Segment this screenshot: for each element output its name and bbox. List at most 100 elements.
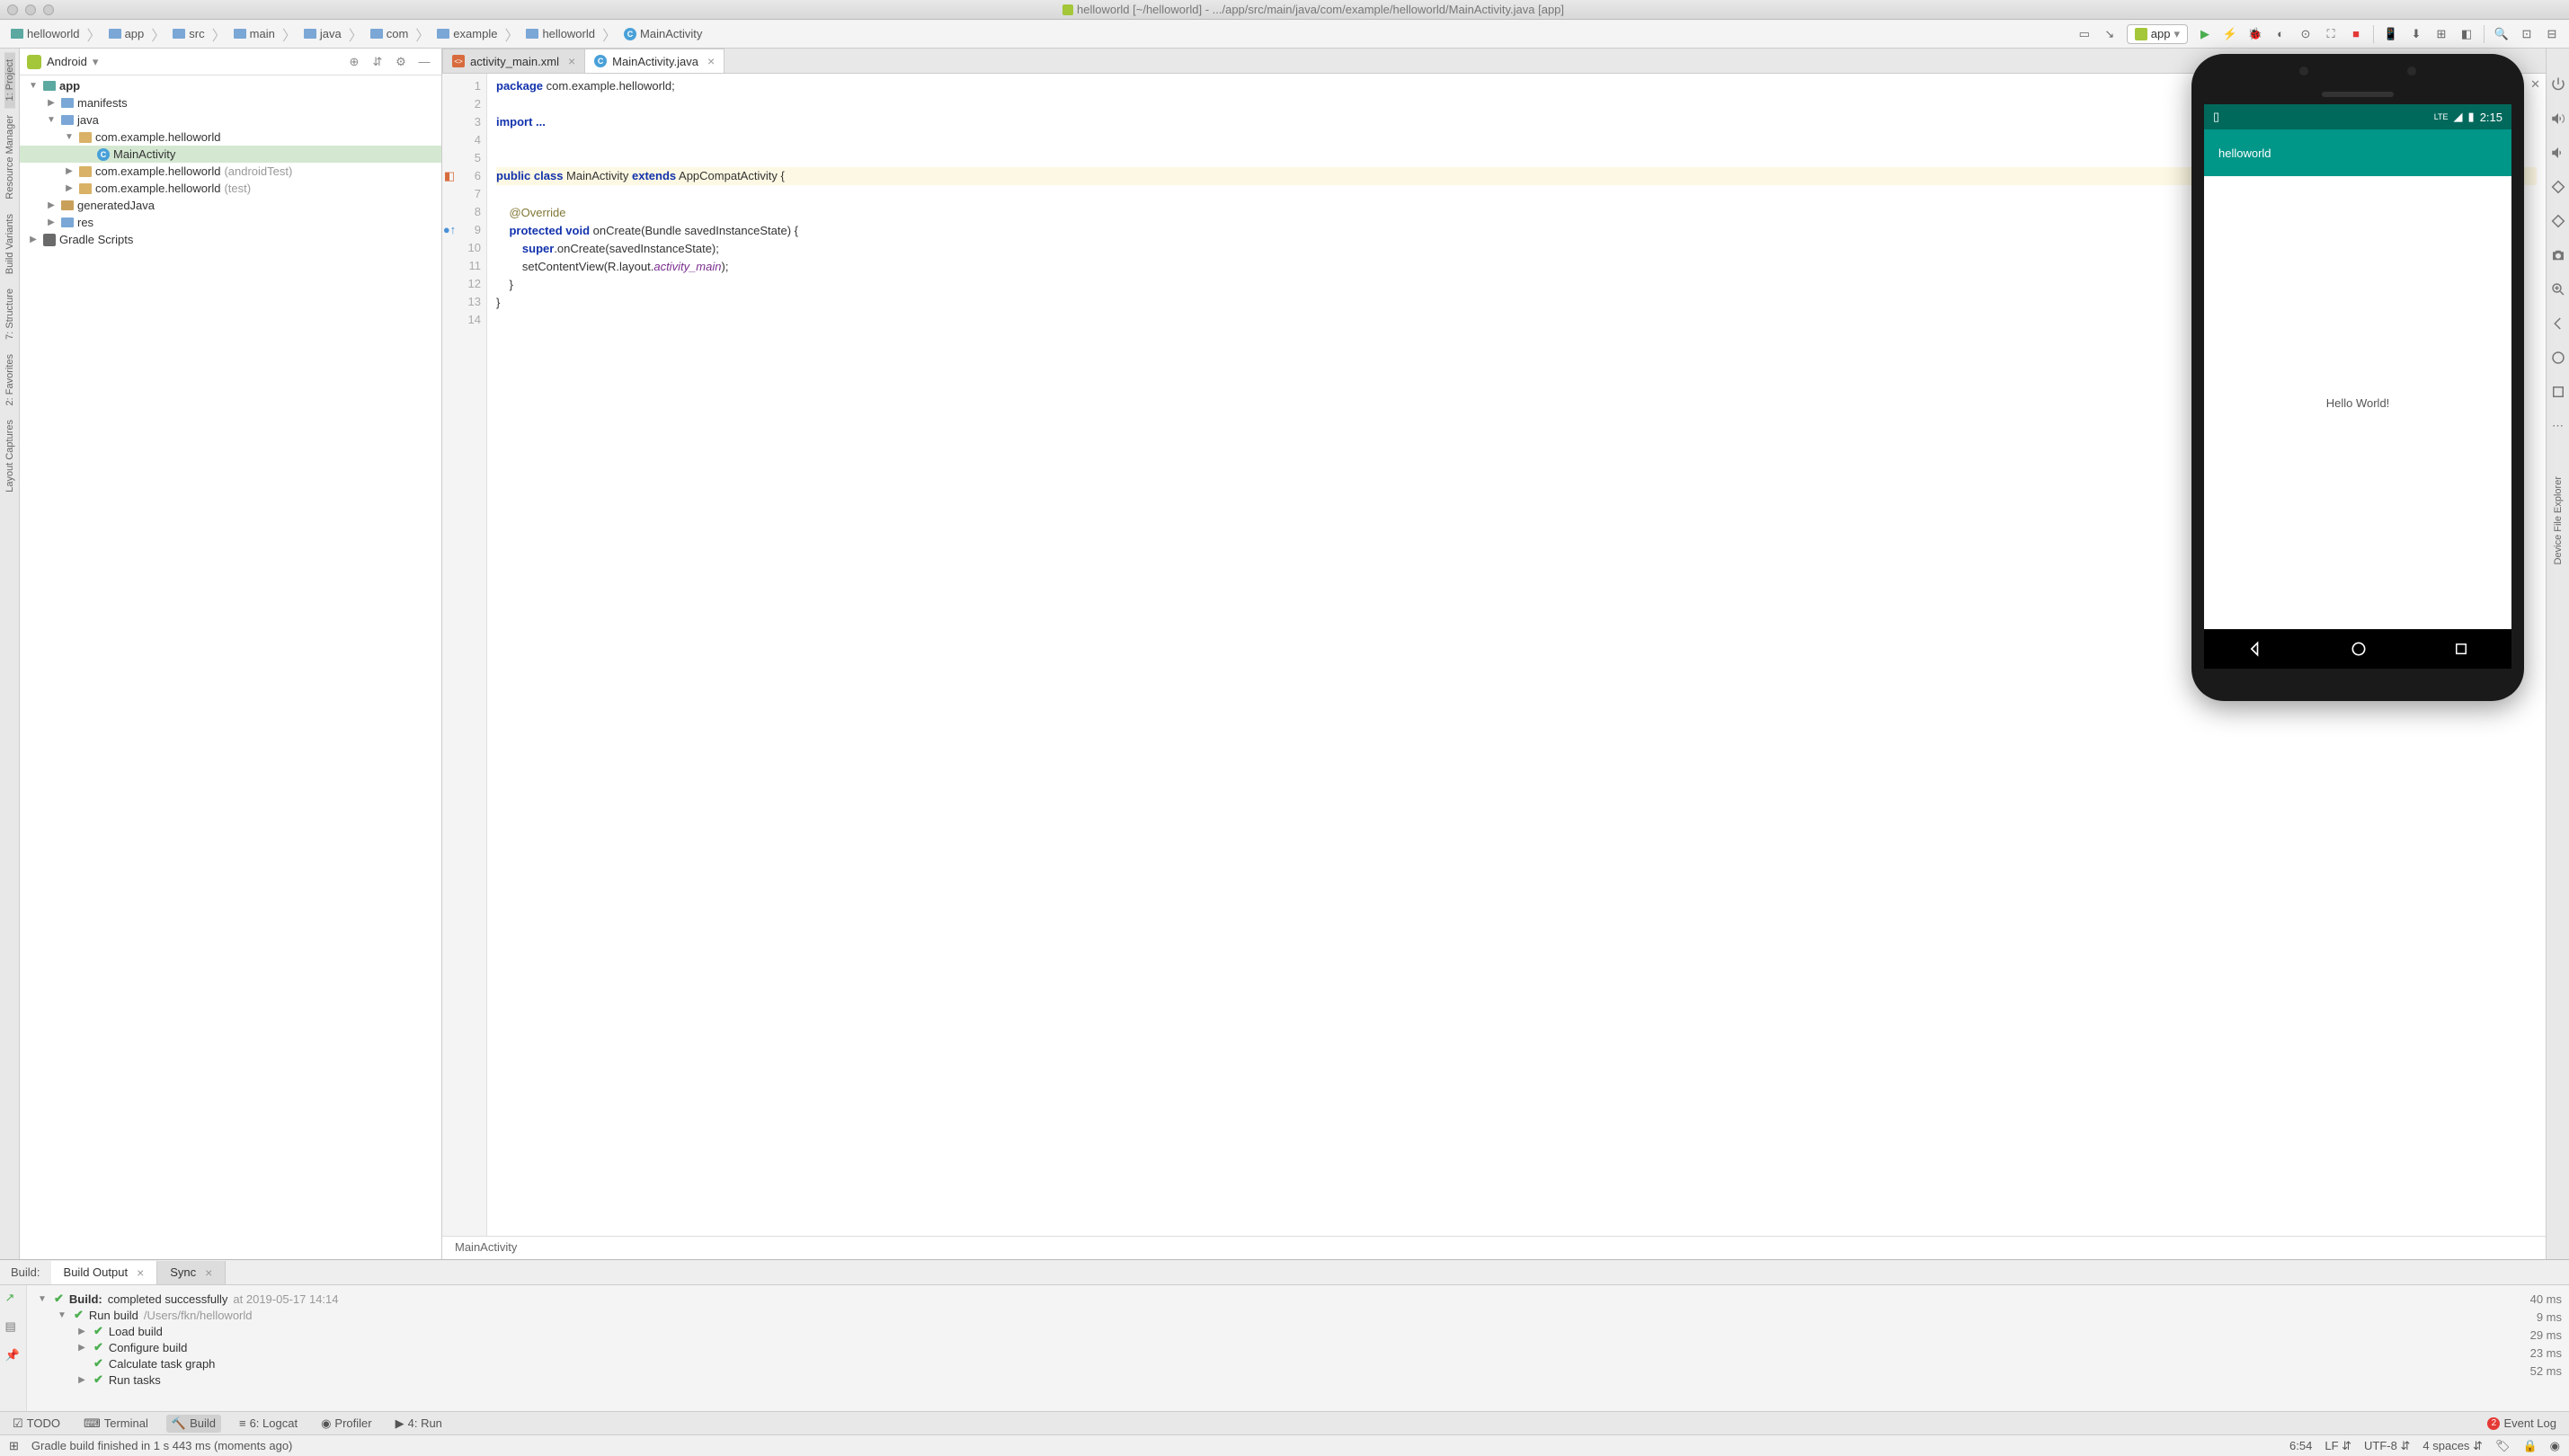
close-icon[interactable]: × bbox=[568, 54, 575, 68]
tree-twisty[interactable]: ▼ bbox=[27, 81, 40, 91]
help-icon[interactable]: ⊟ bbox=[2540, 22, 2564, 46]
build-tab[interactable]: Build Output× bbox=[51, 1261, 158, 1284]
breadcrumb-item[interactable]: com bbox=[365, 25, 414, 42]
more-icon[interactable]: ⋯ bbox=[2549, 417, 2567, 435]
volume-up-icon[interactable] bbox=[2549, 110, 2567, 128]
toolwindow-button[interactable]: Resource Manager bbox=[4, 108, 15, 207]
tree-twisty[interactable]: ▶ bbox=[45, 98, 58, 108]
editor-tab[interactable]: <>activity_main.xml× bbox=[442, 49, 585, 73]
volume-down-icon[interactable] bbox=[2549, 144, 2567, 162]
tree-row[interactable]: ▶res bbox=[20, 214, 441, 231]
build-row[interactable]: ✔Calculate task graph bbox=[36, 1355, 2506, 1372]
breadcrumb-item[interactable]: helloworld bbox=[5, 25, 85, 42]
toolwindow-button[interactable]: ≡6: Logcat bbox=[234, 1415, 303, 1432]
toggle-view-icon[interactable]: ▤ bbox=[5, 1319, 22, 1336]
sync-icon[interactable]: ↘ bbox=[2098, 22, 2121, 46]
breadcrumb-item[interactable]: src bbox=[167, 25, 209, 42]
chevron-down-icon[interactable]: ▾ bbox=[93, 55, 99, 69]
resource-manager-icon[interactable]: ◧ bbox=[2455, 22, 2478, 46]
settings-icon[interactable]: ⊡ bbox=[2515, 22, 2538, 46]
nav-back-icon[interactable] bbox=[2246, 640, 2264, 658]
tree-twisty[interactable]: ▶ bbox=[63, 166, 76, 176]
device-select-icon[interactable]: ▭ bbox=[2073, 22, 2096, 46]
toolwindow-button[interactable]: ▶4: Run bbox=[390, 1415, 448, 1433]
toolwindow-button[interactable]: ☑TODO bbox=[7, 1415, 66, 1433]
coverage-icon[interactable]: ⛶ bbox=[2319, 22, 2342, 46]
indent-info[interactable]: 4 spaces ⇵ bbox=[2422, 1439, 2483, 1453]
toolwindow-button[interactable]: ⌨Terminal bbox=[78, 1415, 154, 1433]
statusbar-icon[interactable]: ⊞ bbox=[9, 1439, 19, 1453]
nav-overview-icon[interactable] bbox=[2453, 641, 2469, 657]
tree-twisty[interactable]: ▶ bbox=[76, 1343, 88, 1353]
run-icon[interactable]: ▶ bbox=[2193, 22, 2217, 46]
breadcrumb-item[interactable]: main bbox=[228, 25, 280, 42]
rerun-icon[interactable]: ↗ bbox=[5, 1291, 22, 1307]
context-icon[interactable]: 🏷 bbox=[2495, 1439, 2511, 1453]
sdk-manager-icon[interactable]: ⬇ bbox=[2405, 22, 2428, 46]
toolwindow-button[interactable]: 🔨Build bbox=[166, 1415, 221, 1433]
overview-icon[interactable] bbox=[2549, 383, 2567, 401]
camera-icon[interactable] bbox=[2549, 246, 2567, 264]
tree-row[interactable]: ▶Gradle Scripts bbox=[20, 231, 441, 248]
attach-debugger-icon[interactable]: ⊙ bbox=[2294, 22, 2317, 46]
close-icon[interactable]: × bbox=[205, 1265, 212, 1280]
tree-twisty[interactable]: ▶ bbox=[45, 218, 58, 227]
project-tree[interactable]: ▼app▶manifests▼java▼com.example.hellowor… bbox=[20, 75, 441, 1259]
close-icon[interactable]: ✕ bbox=[2530, 77, 2540, 92]
tree-row[interactable]: ▼app bbox=[20, 77, 441, 94]
emulator-device[interactable]: ▯ LTE ◢ ▮ 2:15 helloworld Hello World! bbox=[2191, 54, 2524, 701]
toolwindow-button[interactable]: Layout Captures bbox=[4, 413, 15, 500]
tree-twisty[interactable]: ▶ bbox=[63, 183, 76, 193]
right-strip-label[interactable]: Device File Explorer bbox=[2553, 469, 2564, 572]
toolwindow-button[interactable]: 2: Favorites bbox=[4, 347, 15, 413]
editor-breadcrumb[interactable]: MainActivity bbox=[442, 1236, 2546, 1259]
window-controls[interactable] bbox=[7, 4, 54, 15]
toolwindow-button[interactable]: 1: Project bbox=[4, 52, 15, 108]
memory-icon[interactable]: ◉ bbox=[2550, 1439, 2560, 1453]
collapse-icon[interactable]: ⇵ bbox=[368, 52, 387, 72]
tree-row[interactable]: ▼com.example.helloworld bbox=[20, 129, 441, 146]
nav-home-icon[interactable] bbox=[2350, 640, 2368, 658]
tree-row[interactable]: ▶generatedJava bbox=[20, 197, 441, 214]
debug-icon[interactable]: 🐞 bbox=[2244, 22, 2267, 46]
tree-twisty[interactable]: ▼ bbox=[45, 115, 58, 125]
toolwindow-button[interactable]: ◉Profiler bbox=[316, 1415, 378, 1433]
lock-icon[interactable]: 🔒 bbox=[2522, 1439, 2537, 1453]
minimize-dot[interactable] bbox=[25, 4, 36, 15]
avd-manager-icon[interactable]: 📱 bbox=[2379, 22, 2403, 46]
tree-twisty[interactable]: ▶ bbox=[45, 200, 58, 210]
hide-icon[interactable]: — bbox=[414, 52, 434, 72]
breadcrumb-item[interactable]: example bbox=[431, 25, 502, 42]
tree-twisty[interactable]: ▼ bbox=[56, 1310, 68, 1320]
breadcrumb-item[interactable]: helloworld bbox=[520, 25, 600, 42]
close-icon[interactable]: × bbox=[707, 54, 715, 68]
close-dot[interactable] bbox=[7, 4, 18, 15]
zoom-dot[interactable] bbox=[43, 4, 54, 15]
tree-row[interactable]: ▶com.example.helloworld (test) bbox=[20, 180, 441, 197]
tree-row[interactable]: CMainActivity bbox=[20, 146, 441, 163]
home-icon[interactable] bbox=[2549, 349, 2567, 367]
gear-icon[interactable]: ⚙ bbox=[391, 52, 411, 72]
build-row[interactable]: ▼✔Build: completed successfully at 2019-… bbox=[36, 1291, 2506, 1307]
build-row[interactable]: ▶✔Configure build bbox=[36, 1339, 2506, 1355]
breadcrumb-item[interactable]: CMainActivity bbox=[618, 25, 707, 42]
file-encoding[interactable]: UTF-8 ⇵ bbox=[2364, 1439, 2410, 1453]
search-icon[interactable]: 🔍 bbox=[2490, 22, 2513, 46]
cursor-position[interactable]: 6:54 bbox=[2289, 1439, 2312, 1452]
tree-twisty[interactable]: ▶ bbox=[76, 1327, 88, 1336]
stop-icon[interactable]: ■ bbox=[2344, 22, 2368, 46]
build-row[interactable]: ▶✔Run tasks bbox=[36, 1372, 2506, 1388]
target-icon[interactable]: ⊕ bbox=[344, 52, 364, 72]
run-config-dropdown[interactable]: app ▾ bbox=[2127, 24, 2188, 44]
event-log-button[interactable]: 2Event Log bbox=[2482, 1415, 2562, 1432]
zoom-icon[interactable] bbox=[2549, 280, 2567, 298]
power-icon[interactable] bbox=[2549, 75, 2567, 93]
editor-tab[interactable]: CMainActivity.java× bbox=[584, 49, 724, 73]
rotate-left-icon[interactable] bbox=[2549, 178, 2567, 196]
pin-icon[interactable]: 📌 bbox=[5, 1348, 22, 1364]
breadcrumb-item[interactable]: java bbox=[298, 25, 347, 42]
build-row[interactable]: ▼✔Run build /Users/fkn/helloworld bbox=[36, 1307, 2506, 1323]
emulator-screen[interactable]: ▯ LTE ◢ ▮ 2:15 helloworld Hello World! bbox=[2204, 104, 2511, 669]
tree-twisty[interactable]: ▼ bbox=[63, 132, 76, 142]
layout-inspector-icon[interactable]: ⊞ bbox=[2430, 22, 2453, 46]
